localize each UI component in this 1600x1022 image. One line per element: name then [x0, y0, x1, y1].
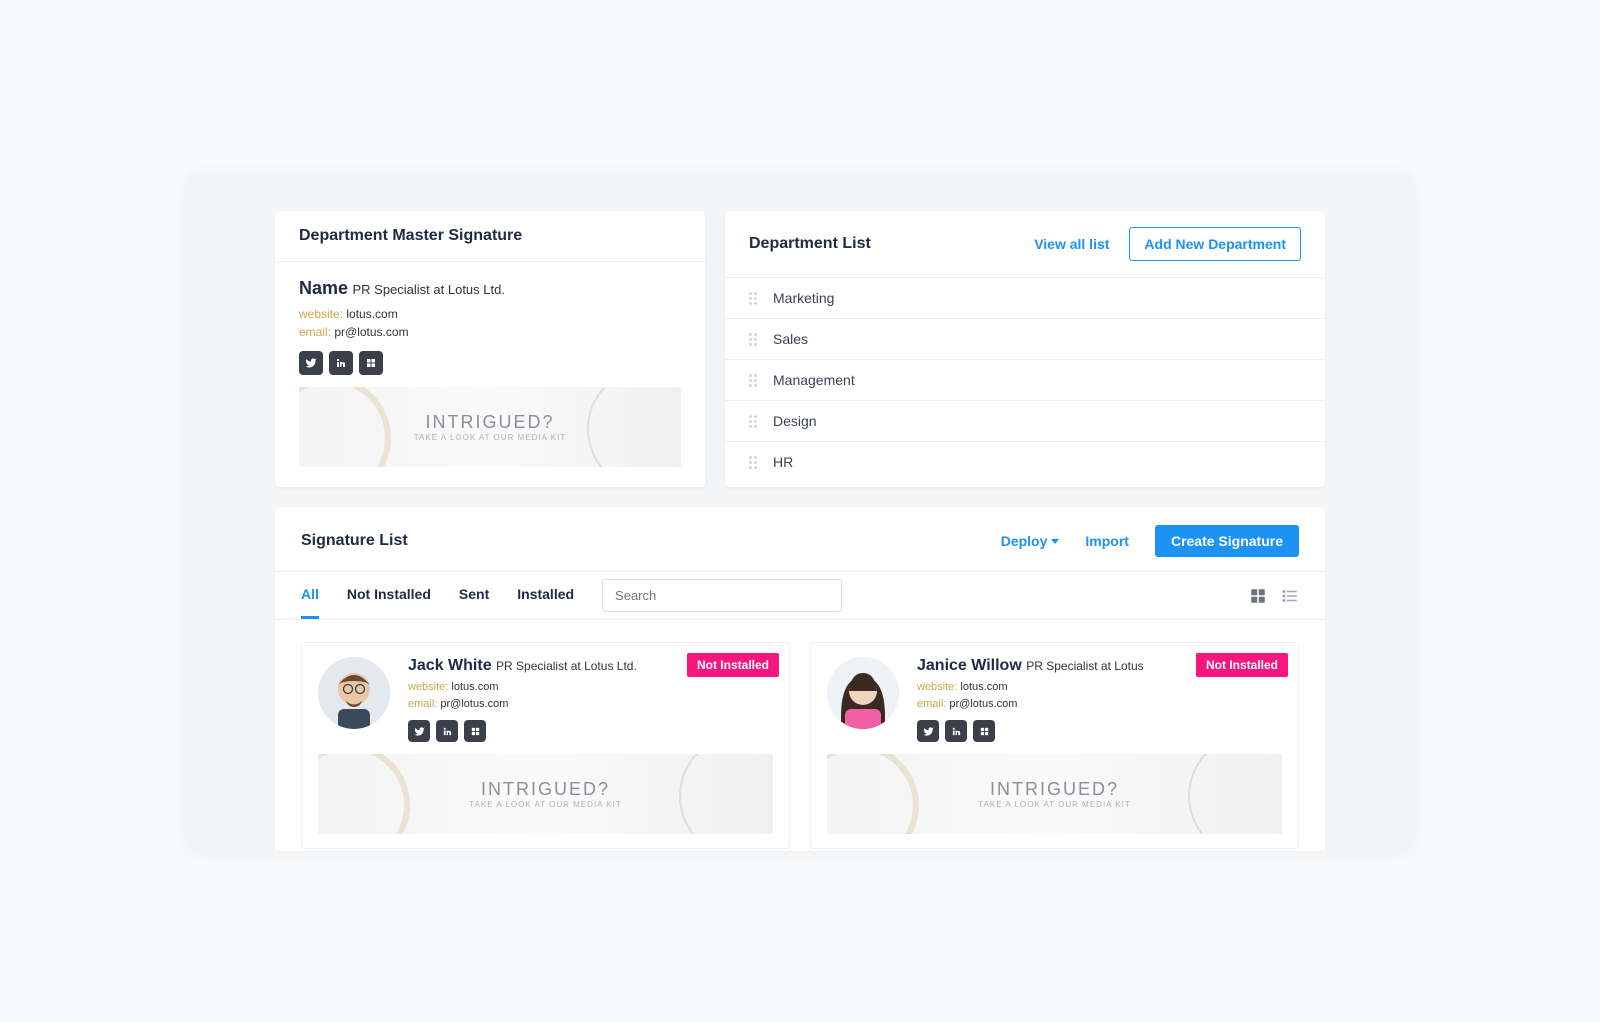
email-label: email: [917, 698, 946, 710]
tab-not-installed[interactable]: Not Installed [347, 572, 431, 619]
signature-meta: website: lotus.com email: pr@lotus.com [917, 679, 1144, 712]
app-frame: Department Master Signature Name PR Spec… [185, 171, 1415, 851]
banner-title: INTRIGUED? [990, 779, 1119, 800]
signature-social-row [408, 720, 637, 742]
linkedin-icon[interactable] [945, 720, 967, 742]
tab-all[interactable]: All [301, 572, 319, 619]
website-value: lotus.com [451, 681, 498, 693]
signature-role: PR Specialist at Lotus Ltd. [496, 659, 637, 673]
dept-rows: Marketing Sales Management Design HR [725, 278, 1325, 482]
siglist-actions: Deploy Import Create Signature [1001, 525, 1299, 557]
twitter-icon[interactable] [917, 720, 939, 742]
social-icon[interactable] [973, 720, 995, 742]
signature-meta: website: lotus.com email: pr@lotus.com [408, 679, 637, 712]
import-button[interactable]: Import [1085, 533, 1129, 549]
signature-list-card: Signature List Deploy Import Create Sign… [275, 507, 1325, 851]
social-icon[interactable] [464, 720, 486, 742]
email-value: pr@lotus.com [949, 698, 1017, 710]
department-name: Sales [773, 331, 808, 347]
drag-handle-icon[interactable] [749, 374, 759, 387]
email-value: pr@lotus.com [440, 698, 508, 710]
drag-handle-icon[interactable] [749, 415, 759, 428]
master-title: Department Master Signature [299, 227, 522, 245]
banner-title: INTRIGUED? [481, 779, 610, 800]
signature-social-row [917, 720, 1144, 742]
list-view-icon[interactable] [1281, 587, 1299, 605]
drag-handle-icon[interactable] [749, 333, 759, 346]
grid-view-icon[interactable] [1249, 587, 1267, 605]
department-name: Marketing [773, 290, 834, 306]
siglist-tabs: All Not Installed Sent Installed [301, 572, 574, 619]
website-value: lotus.com [960, 681, 1007, 693]
banner-subtitle: TAKE A LOOK AT OUR MEDIA KIT [414, 433, 566, 442]
create-signature-button[interactable]: Create Signature [1155, 525, 1299, 557]
avatar [318, 657, 390, 729]
master-role: PR Specialist at Lotus Ltd. [352, 282, 504, 297]
department-row[interactable]: Marketing [725, 278, 1325, 318]
master-banner: INTRIGUED? TAKE A LOOK AT OUR MEDIA KIT [299, 387, 681, 467]
department-row[interactable]: Design [725, 400, 1325, 441]
signature-banner: INTRIGUED? TAKE A LOOK AT OUR MEDIA KIT [318, 754, 773, 834]
add-new-department-button[interactable]: Add New Department [1129, 227, 1301, 261]
siglist-header: Signature List Deploy Import Create Sign… [275, 507, 1325, 571]
view-all-list-link[interactable]: View all list [1034, 236, 1109, 252]
deploy-label: Deploy [1001, 533, 1048, 549]
master-name: Name [299, 278, 348, 298]
signature-name: Jack White [408, 657, 492, 674]
signature-name: Janice Willow [917, 657, 1022, 674]
signature-card[interactable]: Not Installed Janice Willow PR Specialis… [810, 642, 1299, 849]
tab-installed[interactable]: Installed [517, 572, 574, 619]
siglist-toolbar: All Not Installed Sent Installed [275, 571, 1325, 620]
department-row[interactable]: Management [725, 359, 1325, 400]
department-list-card: Department List View all list Add New De… [725, 211, 1325, 487]
master-header: Department Master Signature [275, 211, 705, 262]
website-label: website: [299, 307, 343, 321]
signature-cards-grid: Not Installed Jack White PR Specialist a… [275, 620, 1325, 851]
dept-title: Department List [749, 235, 871, 253]
signature-banner: INTRIGUED? TAKE A LOOK AT OUR MEDIA KIT [827, 754, 1282, 834]
dept-header: Department List View all list Add New De… [725, 211, 1325, 278]
master-meta: website: lotus.com email: pr@lotus.com [299, 305, 681, 341]
tab-sent[interactable]: Sent [459, 572, 489, 619]
linkedin-icon[interactable] [436, 720, 458, 742]
search-input[interactable] [602, 579, 842, 612]
avatar [827, 657, 899, 729]
chevron-down-icon [1051, 539, 1059, 544]
view-toggles [1249, 587, 1299, 605]
signature-role: PR Specialist at Lotus [1026, 659, 1143, 673]
top-row: Department Master Signature Name PR Spec… [275, 211, 1325, 487]
department-row[interactable]: Sales [725, 318, 1325, 359]
twitter-icon[interactable] [299, 351, 323, 375]
banner-subtitle: TAKE A LOOK AT OUR MEDIA KIT [469, 800, 621, 809]
website-value: lotus.com [346, 307, 397, 321]
master-signature-card: Department Master Signature Name PR Spec… [275, 211, 705, 487]
department-name: Design [773, 413, 817, 429]
department-name: Management [773, 372, 855, 388]
email-value: pr@lotus.com [334, 325, 408, 339]
deploy-button[interactable]: Deploy [1001, 533, 1060, 549]
master-social-row [299, 351, 681, 375]
linkedin-icon[interactable] [329, 351, 353, 375]
email-label: email: [408, 698, 437, 710]
banner-subtitle: TAKE A LOOK AT OUR MEDIA KIT [978, 800, 1130, 809]
master-body: Name PR Specialist at Lotus Ltd. website… [275, 262, 705, 487]
drag-handle-icon[interactable] [749, 456, 759, 469]
drag-handle-icon[interactable] [749, 292, 759, 305]
signature-card[interactable]: Not Installed Jack White PR Specialist a… [301, 642, 790, 849]
department-name: HR [773, 454, 793, 470]
department-row[interactable]: HR [725, 441, 1325, 482]
siglist-title: Signature List [301, 532, 408, 550]
website-label: website: [408, 681, 448, 693]
banner-title: INTRIGUED? [425, 412, 554, 433]
email-label: email: [299, 325, 331, 339]
status-badge: Not Installed [1196, 653, 1288, 677]
twitter-icon[interactable] [408, 720, 430, 742]
website-label: website: [917, 681, 957, 693]
status-badge: Not Installed [687, 653, 779, 677]
social-icon[interactable] [359, 351, 383, 375]
